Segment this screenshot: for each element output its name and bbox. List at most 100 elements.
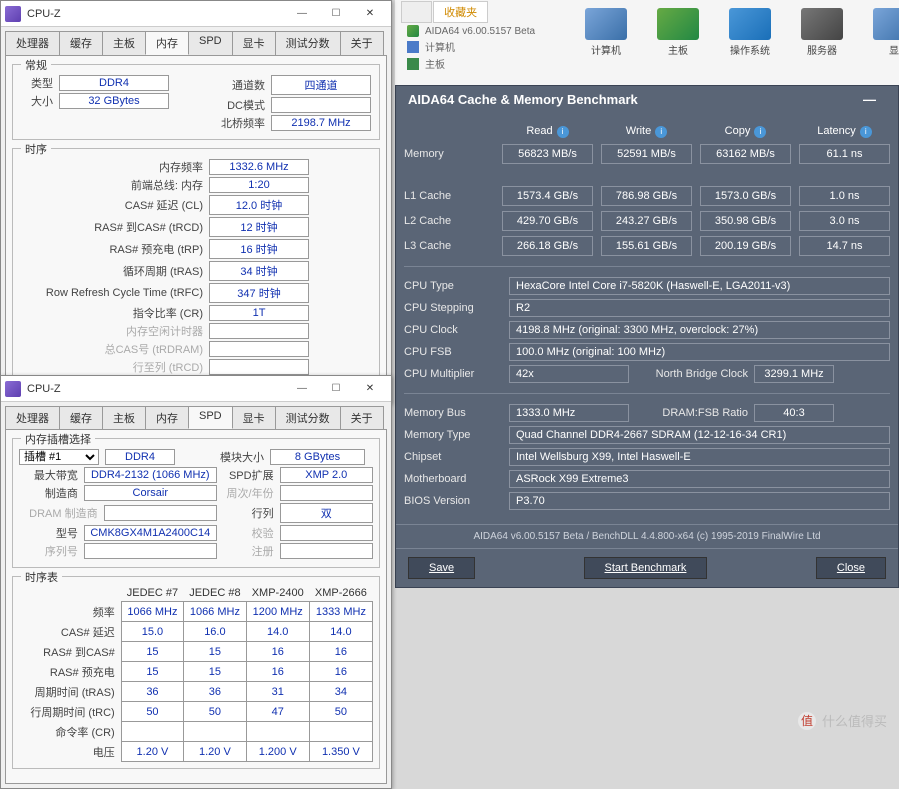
spec-row: CPU FSB100.0 MHz (original: 100 MHz) [404,343,890,361]
tab-favorites[interactable]: 收藏夹 [433,1,488,23]
timing-cell: 16 [309,642,372,662]
timing-label: CAS# 延迟 (CL) [19,197,209,213]
timing-cell: 34 [309,682,372,702]
bench-cell: 1573.0 GB/s [700,186,791,206]
icon-server[interactable]: 服务器 [801,8,843,57]
timing-cell: 47 [246,702,309,722]
timing-cell: 14.0 [246,622,309,642]
timing-value: 1332.6 MHz [209,159,309,175]
timing-value: 1T [209,305,309,321]
timing-label: 行至列 (tRCD) [19,359,209,375]
cpuz-icon [5,6,21,22]
start-benchmark-button[interactable]: Start Benchmark [584,557,708,579]
timing-cell: 1.350 V [309,742,372,762]
icon-display[interactable]: 显 [873,8,899,57]
info-icon[interactable]: i [754,126,766,138]
timing-table: JEDEC #7JEDEC #8XMP-2400XMP-2666频率1066 M… [19,585,373,762]
tab-缓存[interactable]: 缓存 [59,31,103,55]
tab-SPD[interactable]: SPD [188,31,233,55]
modsize-label: 模块大小 [175,449,270,465]
window-title: CPU-Z [27,383,285,395]
maximize-icon[interactable]: ☐ [319,378,353,400]
timing-cell: 1.20 V [184,742,246,762]
tab-处理器[interactable]: 处理器 [5,31,60,55]
channels-value: 四通道 [271,75,371,95]
serial-value [84,543,217,559]
timing-value: 1:20 [209,177,309,193]
tab-测试分数[interactable]: 测试分数 [275,406,341,429]
timing-cell: 16.0 [184,622,246,642]
close-icon[interactable]: ✕ [353,378,387,400]
tab-显卡[interactable]: 显卡 [232,406,276,429]
correction-label: 校验 [217,525,280,541]
timing-row-label: 命令率 (CR) [19,722,121,742]
cpuz-icon [5,381,21,397]
timing-cell: 15 [184,662,246,682]
tree-motherboard[interactable]: 主板 [425,56,445,71]
bench-cell: 786.98 GB/s [601,186,692,206]
close-icon[interactable]: ✕ [353,3,387,25]
tab-SPD[interactable]: SPD [188,406,233,429]
tab-测试分数[interactable]: 测试分数 [275,31,341,55]
spdext-label: SPD扩展 [217,467,280,483]
group-slot: 内存插槽选择 [21,431,95,447]
tab-主板[interactable]: 主板 [102,406,146,429]
timing-label: 指令比率 (CR) [19,305,209,321]
tab-显卡[interactable]: 显卡 [232,31,276,55]
tab-关于[interactable]: 关于 [340,406,384,429]
slot-select[interactable]: 插槽 #1 [19,449,99,465]
save-button[interactable]: Save [408,557,475,579]
minimize-icon[interactable]: — [285,378,319,400]
titlebar[interactable]: CPU-Z — ☐ ✕ [1,376,391,402]
minimize-icon[interactable]: — [285,3,319,25]
timing-label: RAS# 预充电 (tRP) [19,241,209,257]
serial-label: 序列号 [19,543,84,559]
timing-value: 12.0 时钟 [209,195,309,215]
explorer-bar: 收藏夹 AIDA64 v6.00.5157 Beta 计算机 主板 计算机 主板… [395,0,899,90]
info-icon[interactable]: i [860,126,872,138]
bench-cell: 350.98 GB/s [700,211,791,231]
minimize-icon[interactable]: — [853,92,886,107]
timing-label: 循环周期 (tRAS) [19,263,209,279]
spdext-value: XMP 2.0 [280,467,373,483]
window-title: CPU-Z [27,8,285,20]
bench-cell: 266.18 GB/s [502,236,593,256]
timing-row-label: 电压 [19,742,121,762]
close-button[interactable]: Close [816,557,886,579]
folder-icon [407,41,419,53]
tab-处理器[interactable]: 处理器 [5,406,60,429]
tree-computer[interactable]: 计算机 [425,39,455,54]
tab-blank[interactable] [401,1,432,23]
watermark-icon: 值 [798,712,816,730]
info-icon[interactable]: i [557,126,569,138]
tab-内存[interactable]: 内存 [145,406,189,429]
channels-label: 通道数 [201,77,271,93]
tab-缓存[interactable]: 缓存 [59,406,103,429]
maximize-icon[interactable]: ☐ [319,3,353,25]
icon-motherboard[interactable]: 主板 [657,8,699,57]
timing-cell: 15 [121,662,183,682]
info-icon[interactable]: i [655,126,667,138]
bench-cell: 56823 MB/s [502,144,593,164]
icon-computer[interactable]: 计算机 [585,8,627,57]
aida64-titlebar[interactable]: AIDA64 Cache & Memory Benchmark — [396,86,898,113]
timing-cell: 15 [121,642,183,662]
partnum-label: 型号 [19,525,84,541]
timing-label: 总CAS号 (tRDRAM) [19,341,209,357]
size-label: 大小 [19,93,59,109]
timing-value [209,341,309,357]
titlebar[interactable]: CPU-Z — ☐ ✕ [1,1,391,27]
drammanuf-value [104,505,217,521]
group-timings: 时序 [21,141,51,157]
bench-cell: 52591 MB/s [601,144,692,164]
tab-关于[interactable]: 关于 [340,31,384,55]
timing-cell [121,722,183,742]
icon-os[interactable]: 操作系统 [729,8,771,57]
tab-内存[interactable]: 内存 [145,31,189,55]
tab-主板[interactable]: 主板 [102,31,146,55]
timing-cell: 36 [184,682,246,702]
timing-row-label: 频率 [19,602,121,622]
bench-cell: 63162 MB/s [700,144,791,164]
maxbw-value: DDR4-2132 (1066 MHz) [84,467,217,483]
timing-cell: 36 [121,682,183,702]
